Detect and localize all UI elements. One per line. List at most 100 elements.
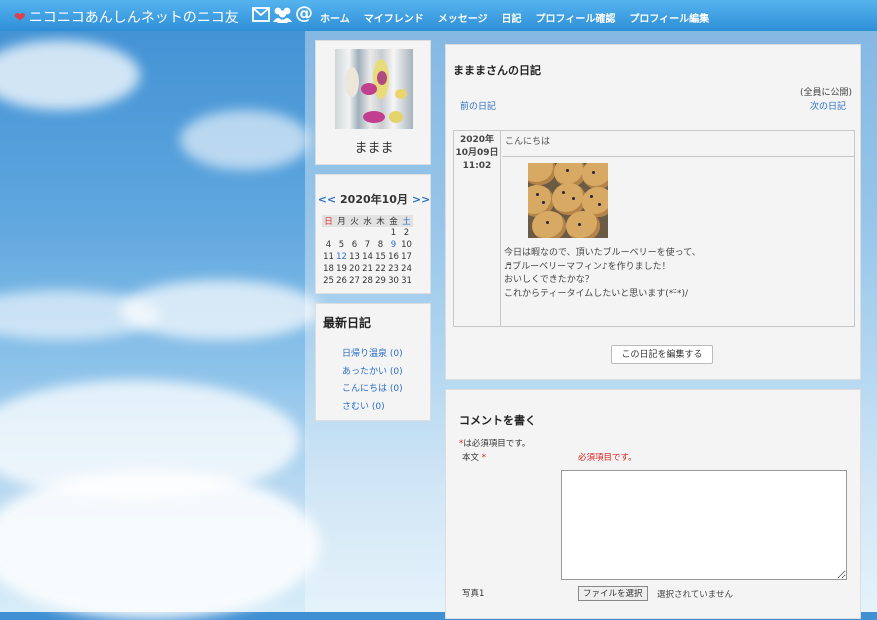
muffin-photo[interactable]	[528, 163, 608, 238]
calendar-day: 1	[390, 228, 397, 238]
diary-title: まままさんの日記	[453, 64, 541, 77]
required-note-text: は必須項目です。	[463, 439, 531, 449]
body-error: 必須項目です。	[578, 453, 637, 463]
brand[interactable]: ❤ ニコニコあんしんネットのニコ友	[14, 7, 239, 27]
calendar-day: 15	[375, 252, 386, 262]
brand-title: ニコニコあんしんネットのニコ友	[28, 10, 239, 26]
calendar-day: 25	[323, 276, 334, 286]
calendar-day: 14	[362, 252, 373, 262]
recent-diary-link[interactable]: さむい (0)	[342, 399, 403, 417]
edit-diary-button[interactable]: この日記を編集する	[611, 345, 713, 364]
menu-messages[interactable]: メッセージ	[438, 10, 488, 25]
calendar-day: 26	[336, 276, 347, 286]
entry-body-line: 今日は暇なので、頂いたブルーベリーを使って、	[504, 248, 701, 258]
recent-diaries: 最新日記 日帰り温泉 (0) あったかい (0) こんにちは (0) さむい (…	[315, 303, 431, 421]
mail-icon[interactable]	[252, 6, 270, 22]
calendar-day: 5	[338, 240, 345, 250]
entry-subject: こんにちは	[502, 131, 854, 157]
calendar-dow: 月	[335, 215, 348, 227]
file-select-button[interactable]: ファイルを選択	[578, 586, 648, 601]
calendar-day	[348, 227, 361, 239]
calendar-day: 7	[364, 240, 371, 250]
recent-diary-link[interactable]: 日帰り温泉 (0)	[342, 346, 403, 364]
calendar-day: 18	[323, 264, 334, 274]
calendar-day: 24	[401, 264, 412, 274]
calendar-day: 31	[401, 276, 412, 286]
calendar-day: 13	[349, 252, 360, 262]
calendar-day: 30	[388, 276, 399, 286]
menu-diary[interactable]: 日記	[502, 10, 522, 25]
recent-diary-link[interactable]: こんにちは (0)	[342, 381, 403, 399]
calendar-day-link[interactable]: 12	[335, 251, 348, 263]
menu-my-friends[interactable]: マイフレンド	[364, 10, 424, 25]
comment-body-input[interactable]	[561, 470, 847, 580]
calendar-day: 27	[349, 276, 360, 286]
at-icon[interactable]: @	[295, 5, 313, 23]
body-label-text: 本文	[462, 453, 480, 463]
body-required-star: *	[481, 453, 486, 463]
next-diary-link[interactable]: 次の日記	[810, 99, 846, 112]
recent-diaries-title: 最新日記	[323, 316, 372, 330]
profile-photo[interactable]	[335, 49, 413, 129]
comment-title: コメントを書く	[459, 414, 536, 427]
calendar-day	[322, 227, 335, 239]
diary-entry: 2020年 10月09日 11:02 こんにちは 今日は暇なので、頂いたブルーベ…	[453, 130, 855, 327]
entry-body: 今日は暇なので、頂いたブルーベリーを使って、 ♬ブルーベリーマフィン♪を作りまし…	[504, 247, 850, 301]
top-navbar: ❤ ニコニコあんしんネットのニコ友 @ ホーム マイフレンド メッセージ 日記 プ…	[0, 0, 877, 31]
calendar-day: 19	[336, 264, 347, 274]
entry-body-line: ♬ブルーベリーマフィン♪を作りました！	[504, 261, 671, 272]
calendar-day: 21	[362, 264, 373, 274]
calendar-widget: << 2020年10月 >> 日 月 火 水 木 金 土 1 2 4 5 6 7…	[315, 174, 431, 294]
calendar-dow: 日	[322, 215, 335, 227]
calendar-day: 8	[377, 240, 384, 250]
entry-date: 2020年 10月09日 11:02	[454, 131, 501, 326]
friends-icon[interactable]	[272, 6, 293, 23]
calendar-day: 6	[351, 240, 358, 250]
calendar-month-title: 2020年10月	[340, 193, 408, 206]
calendar-day: 4	[325, 240, 332, 250]
calendar-dow: 木	[374, 215, 387, 227]
calendar-dow: 水	[361, 215, 374, 227]
calendar-dow: 火	[348, 215, 361, 227]
calendar-day: 28	[362, 276, 373, 286]
entry-time: 11:02	[462, 161, 492, 171]
required-note: *は必須項目です。	[459, 437, 530, 449]
calendar-day: 2	[403, 228, 410, 238]
calendar-grid: 日 月 火 水 木 金 土 1 2 4 5 6 7 8 9 10 11 12 1…	[322, 215, 413, 287]
profile-card: ままま	[315, 40, 431, 165]
calendar-day: 22	[375, 264, 386, 274]
calendar-day: 20	[349, 264, 360, 274]
photo-label: 写真1	[462, 589, 485, 599]
profile-name: ままま	[354, 141, 394, 156]
calendar-day	[335, 227, 348, 239]
entry-body-line: これからティータイムしたいと思います(*ᵕ̈*)/	[504, 288, 689, 299]
calendar-prev-month[interactable]: <<	[318, 193, 336, 206]
calendar-header: << 2020年10月 >>	[316, 191, 432, 207]
calendar-day	[374, 227, 387, 239]
file-status: 選択されていません	[657, 590, 733, 600]
visibility-label: (全員に公開)	[799, 88, 852, 98]
calendar-dow: 金	[387, 215, 400, 227]
comment-panel: コメントを書く *は必須項目です。 本文 * 必須項目です。 写真1 ファイルを…	[445, 389, 861, 619]
calendar-next-month[interactable]: >>	[412, 193, 430, 206]
menu-profile-view[interactable]: プロフィール確認	[536, 10, 616, 25]
calendar-day: 29	[375, 276, 386, 286]
calendar-dow: 土	[400, 215, 413, 227]
calendar-day: 17	[401, 252, 412, 262]
menu-profile-edit[interactable]: プロフィール編集	[629, 10, 709, 25]
prev-diary-link[interactable]: 前の日記	[460, 99, 496, 112]
calendar-day: 10	[401, 240, 412, 250]
calendar-day: 11	[323, 252, 334, 262]
calendar-day: 23	[388, 264, 399, 274]
menu-home[interactable]: ホーム	[320, 10, 350, 25]
recent-diary-link[interactable]: あったかい (0)	[342, 364, 403, 382]
calendar-day	[361, 227, 374, 239]
heart-icon: ❤	[14, 10, 26, 26]
body-label: 本文 *	[462, 451, 486, 463]
entry-body-line: おいしくできたかな？	[504, 275, 594, 285]
calendar-day-link[interactable]: 9	[387, 239, 400, 251]
calendar-day: 16	[388, 252, 399, 262]
entry-day: 10月09日	[455, 148, 499, 158]
entry-year: 2020年	[459, 135, 495, 145]
diary-panel: まままさんの日記 (全員に公開) 前の日記 次の日記 2020年 10月09日 …	[445, 44, 861, 380]
